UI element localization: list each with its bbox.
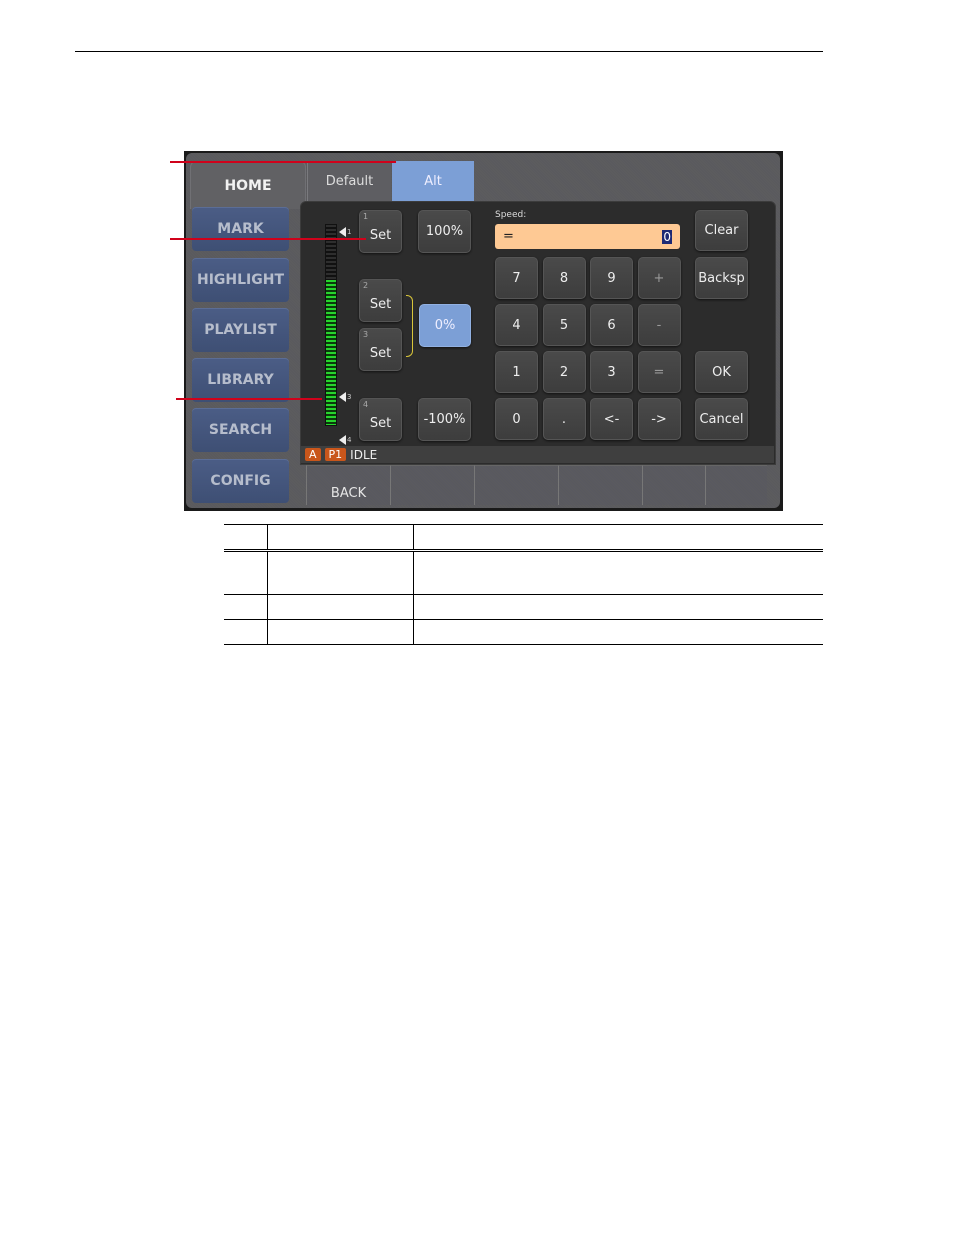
table-cell bbox=[224, 619, 268, 645]
softkey-6[interactable] bbox=[705, 465, 767, 505]
nav-search[interactable]: SEARCH bbox=[192, 408, 289, 452]
key-6-button[interactable]: 6 bbox=[590, 304, 633, 346]
app-frame: HOME Default Alt MARK HIGHLIGHT PLAYLIST… bbox=[186, 153, 780, 508]
preset-3-label: Set bbox=[369, 346, 392, 361]
softkey-5[interactable] bbox=[642, 465, 705, 505]
nav-library[interactable]: LIBRARY bbox=[192, 358, 289, 402]
page-header-rule bbox=[75, 51, 823, 52]
table-row bbox=[224, 594, 823, 620]
status-state: IDLE bbox=[350, 447, 378, 462]
callout-line-1 bbox=[170, 161, 396, 163]
status-bar: A P1 IDLE bbox=[300, 446, 774, 463]
marker-4-label: 4 bbox=[347, 436, 352, 444]
tab-home[interactable]: HOME bbox=[190, 161, 306, 209]
callout-line-2 bbox=[170, 238, 366, 240]
preset-4-label: Set bbox=[369, 416, 392, 431]
key-right-button[interactable]: -> bbox=[637, 398, 681, 440]
speed-0-button[interactable]: 0% bbox=[419, 304, 471, 347]
preset-3-set-button[interactable]: 3 Set bbox=[359, 328, 402, 371]
tab-default[interactable]: Default bbox=[307, 161, 391, 201]
marker-1-icon[interactable] bbox=[339, 227, 346, 237]
speed-meter[interactable] bbox=[325, 224, 337, 426]
key-minus-button[interactable]: - bbox=[637, 304, 681, 346]
table-cell bbox=[413, 619, 823, 645]
key-7-button[interactable]: 7 bbox=[495, 257, 538, 299]
key-3-button[interactable]: 3 bbox=[590, 351, 633, 393]
preset-4-index: 4 bbox=[363, 400, 369, 409]
table-cell bbox=[413, 524, 823, 552]
key-9-button[interactable]: 9 bbox=[590, 257, 633, 299]
table-cell bbox=[224, 550, 268, 595]
key-dot-button[interactable]: . bbox=[542, 398, 586, 440]
key-2-button[interactable]: 2 bbox=[542, 351, 586, 393]
marker-3-icon[interactable] bbox=[339, 392, 346, 402]
key-5-button[interactable]: 5 bbox=[542, 304, 586, 346]
preset-4-set-button[interactable]: 4 Set bbox=[359, 398, 402, 441]
preset-1-set-button[interactable]: 1 Set bbox=[359, 210, 402, 253]
table-cell bbox=[413, 594, 823, 620]
marker-3-label: 3 bbox=[347, 393, 352, 401]
nav-playlist[interactable]: PLAYLIST bbox=[192, 308, 289, 352]
table-cell bbox=[267, 594, 414, 620]
key-equals-button[interactable]: = bbox=[637, 351, 681, 393]
table-cell bbox=[267, 524, 414, 552]
nav-config[interactable]: CONFIG bbox=[192, 459, 289, 503]
marker-4-icon[interactable] bbox=[339, 435, 346, 445]
speed-input[interactable]: = 0 bbox=[495, 224, 680, 249]
tab-alt[interactable]: Alt bbox=[392, 161, 474, 201]
speed-input-cursor: 0 bbox=[662, 229, 672, 244]
table-row bbox=[224, 550, 823, 595]
key-0-button[interactable]: 0 bbox=[495, 398, 538, 440]
preset-2-set-button[interactable]: 2 Set bbox=[359, 279, 402, 322]
table-cell bbox=[267, 550, 414, 595]
channel-badge: A bbox=[305, 448, 321, 461]
preset-2-label: Set bbox=[369, 297, 392, 312]
preset-1-index: 1 bbox=[363, 212, 369, 221]
table-cell bbox=[413, 550, 823, 595]
table-cell bbox=[224, 524, 268, 552]
softkey-back[interactable]: BACK bbox=[306, 465, 390, 505]
speed-label: Speed: bbox=[495, 210, 527, 220]
meter-fill bbox=[326, 279, 336, 425]
key-4-button[interactable]: 4 bbox=[495, 304, 538, 346]
callout-table bbox=[224, 524, 823, 645]
key-plus-button[interactable]: + bbox=[637, 257, 681, 299]
callout-line-3 bbox=[176, 398, 322, 400]
clear-button[interactable]: Clear bbox=[695, 210, 748, 251]
softkey-4[interactable] bbox=[558, 465, 642, 505]
key-8-button[interactable]: 8 bbox=[542, 257, 586, 299]
key-1-button[interactable]: 1 bbox=[495, 351, 538, 393]
nav-mark[interactable]: MARK bbox=[192, 207, 289, 251]
marker-1-label: 1 bbox=[347, 228, 352, 236]
softkey-3[interactable] bbox=[474, 465, 558, 505]
cancel-button[interactable]: Cancel bbox=[695, 398, 748, 440]
speed-100-button[interactable]: 100% bbox=[418, 210, 471, 253]
backspace-button[interactable]: Backsp bbox=[695, 257, 748, 299]
preset-pair-bracket bbox=[406, 295, 413, 357]
ok-button[interactable]: OK bbox=[695, 351, 748, 393]
table-cell bbox=[267, 619, 414, 645]
nav-highlight[interactable]: HIGHLIGHT bbox=[192, 258, 289, 302]
table-row bbox=[224, 619, 823, 645]
table-cell bbox=[224, 594, 268, 620]
preset-2-index: 2 bbox=[363, 281, 369, 290]
speed-panel: 1 3 4 1 Set 2 Set 3 Set 4 Set 100% 0% -1… bbox=[300, 201, 776, 465]
preset-3-index: 3 bbox=[363, 330, 369, 339]
player-badge: P1 bbox=[324, 448, 347, 461]
speed-input-value: = bbox=[503, 229, 514, 244]
preset-1-label: Set bbox=[369, 228, 392, 243]
softkey-2[interactable] bbox=[390, 465, 474, 505]
table-header-row bbox=[224, 524, 823, 552]
speed-minus100-button[interactable]: -100% bbox=[418, 398, 471, 441]
key-left-button[interactable]: <- bbox=[590, 398, 633, 440]
app-screenshot: HOME Default Alt MARK HIGHLIGHT PLAYLIST… bbox=[184, 151, 783, 511]
